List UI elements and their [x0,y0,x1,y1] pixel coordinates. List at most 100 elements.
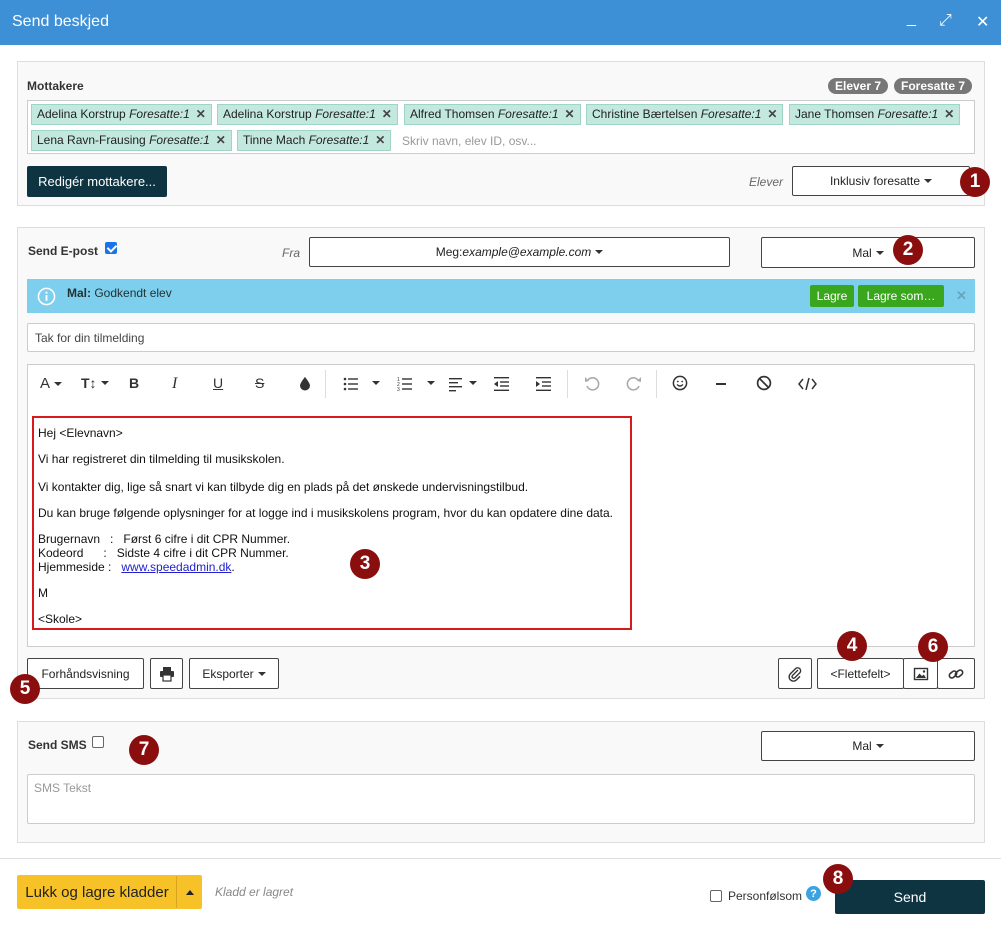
send-button[interactable]: Send [835,880,985,914]
from-dropdown[interactable]: Meg: example@example.com [309,237,730,267]
recipient-chip: Tinne Mach Foresatte:1 ✕ [237,130,392,151]
code-view-icon[interactable] [798,376,817,392]
print-button[interactable] [150,658,183,689]
email-username-row: Brugernavn : Først 6 cifre i dit CPR Num… [38,532,291,546]
homepage-link[interactable]: www.speedadmin.dk [121,560,231,574]
toolbar-divider [656,370,657,398]
students-count-badge: Elever 7 [828,78,889,94]
title-bar: Send beskjed _ ⤢ ✕ [0,0,1001,45]
marker-6: 6 [918,632,948,662]
caret-up-icon [185,889,194,895]
numbered-list-dropdown-icon[interactable] [423,381,435,385]
undo-icon[interactable] [584,376,600,392]
email-template-dropdown[interactable]: Mal [761,237,975,268]
window-title: Send beskjed [12,13,109,30]
align-icon[interactable] [449,376,465,392]
emoji-icon[interactable] [672,375,688,391]
save-template-button[interactable]: Lagre [810,285,854,307]
clear-format-icon[interactable] [756,375,772,391]
sensitive-checkbox[interactable] [710,890,722,902]
send-email-label: Send E-post [28,244,99,258]
bold-icon[interactable]: B [129,375,139,391]
merge-field-button[interactable]: <Flettefelt> [817,658,904,689]
remove-chip-icon[interactable]: ✕ [382,107,392,121]
recipient-chip: Jane Thomsen Foresatte:1 ✕ [789,104,961,125]
strikethrough-icon[interactable]: S [255,375,264,391]
marker-7: 7 [129,735,159,765]
email-line: Du kan bruge følgende oplysninger for at… [38,506,614,520]
marker-5: 5 [10,674,40,704]
insert-image-button[interactable] [903,658,938,689]
toolbar-divider [567,370,568,398]
remove-chip-icon[interactable]: ✕ [375,133,385,147]
recipients-label: Mottakere [27,79,84,93]
image-icon [913,667,928,680]
font-icon[interactable]: A [40,375,63,392]
numbered-list-icon[interactable]: 123 [397,376,413,392]
recipient-search-input[interactable]: Skriv navn, elev ID, osv... [402,134,537,148]
template-info-text: Mal: Godkendt elev [67,286,172,300]
close-info-icon[interactable]: ✕ [956,288,967,304]
template-body-highlight [32,416,632,630]
marker-1: 1 [960,167,990,197]
italic-icon[interactable]: I [172,375,177,393]
link-icon [948,668,964,679]
marker-4: 4 [837,631,867,661]
recipient-chip: Lena Ravn-Frausing Foresatte:1 ✕ [31,130,232,151]
email-password-row: Kodeord : Sidste 4 cifre i dit CPR Numme… [38,546,289,560]
remove-chip-icon[interactable]: ✕ [767,107,777,121]
from-label: Fra [282,246,300,260]
outdent-icon[interactable] [494,376,510,392]
email-line: Vi kontakter dig, lige så snart vi kan t… [38,480,529,494]
insert-link-button[interactable] [937,658,975,689]
bullet-list-dropdown-icon[interactable] [368,381,380,385]
minimize-icon[interactable]: _ [907,10,916,28]
toolbar-divider [325,370,326,398]
send-sms-checkbox[interactable] [92,736,104,748]
recipient-chip: Christine Bærtelsen Foresatte:1 ✕ [586,104,784,125]
email-line: Vi har registreret din tilmelding til mu… [38,452,285,466]
sensitive-label: Personfølsom [728,889,803,903]
help-icon[interactable]: ? [806,886,821,901]
remove-chip-icon[interactable]: ✕ [565,107,575,121]
sms-template-dropdown[interactable]: Mal [761,731,975,761]
subject-input[interactable]: Tak for din tilmelding [27,323,975,352]
email-homepage-row: Hjemmeside : www.speedadmin.dk. [38,560,235,574]
bullet-list-icon[interactable] [343,376,359,392]
send-email-checkbox[interactable] [105,242,117,254]
info-icon [37,287,56,306]
email-greeting: Hej <Elevnavn> [38,426,123,440]
close-save-drafts-button[interactable]: Lukk og lagre kladder [17,875,177,909]
underline-icon[interactable]: U [213,375,223,391]
parents-count-badge: Foresatte 7 [894,78,973,94]
print-icon [159,666,174,682]
send-sms-label: Send SMS [28,738,87,752]
preview-button[interactable]: Forhåndsvisning [27,658,144,689]
students-label: Elever [749,175,784,189]
align-dropdown-icon[interactable] [465,381,477,385]
marker-2: 2 [893,235,923,265]
horizontal-rule-icon[interactable] [713,376,729,392]
edit-recipients-button[interactable]: Redigér mottakere... [27,166,167,197]
remove-chip-icon[interactable]: ✕ [196,107,206,121]
export-dropdown[interactable]: Eksporter [189,658,279,689]
save-template-as-button[interactable]: Lagre som… [858,285,944,307]
recipient-chip: Adelina Korstrup Foresatte:1 ✕ [31,104,212,125]
indent-icon[interactable] [536,376,552,392]
paperclip-icon [788,666,802,682]
email-school: <Skole> [38,612,83,626]
draft-status: Kladd er lagret [215,885,294,899]
attach-button[interactable] [778,658,812,689]
close-icon[interactable]: ✕ [976,12,989,32]
sms-text-input[interactable]: SMS Tekst [27,774,975,824]
include-parents-dropdown[interactable]: Inklusiv foresatte [792,166,970,196]
text-color-icon[interactable] [297,375,313,391]
drafts-options-dropdown[interactable] [176,875,202,909]
recipient-chip: Adelina Korstrup Foresatte:1 ✕ [217,104,398,125]
font-size-icon[interactable]: T↕ [81,375,109,391]
marker-8: 8 [823,864,853,894]
remove-chip-icon[interactable]: ✕ [944,107,954,121]
redo-icon[interactable] [626,376,642,392]
remove-chip-icon[interactable]: ✕ [216,133,226,147]
maximize-icon[interactable]: ⤢ [939,12,952,30]
